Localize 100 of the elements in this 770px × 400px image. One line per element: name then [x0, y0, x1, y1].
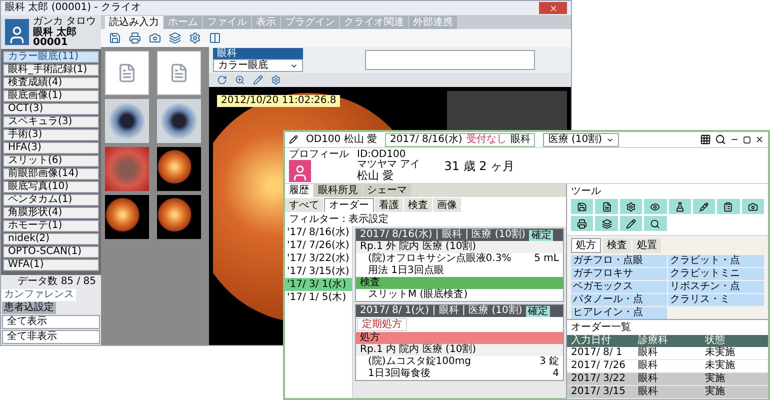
toolbar-icon[interactable] — [169, 32, 181, 44]
drug-button[interactable]: クラリス・ミ — [668, 294, 764, 306]
tool-button[interactable] — [692, 199, 716, 214]
drug-button[interactable]: ベガモックス — [571, 281, 667, 293]
category-dropdown[interactable]: カラー眼底 — [213, 59, 303, 72]
table-row[interactable]: 2017/ 3/15 眼科 実施 — [567, 386, 768, 399]
maximize-icon[interactable] — [743, 136, 751, 144]
insurance-dropdown[interactable]: 医療 (10割) — [543, 132, 619, 146]
tab[interactable]: 患者込設定 — [2, 302, 56, 314]
table-row[interactable]: 2017/ 7/26 眼科 未実施 — [567, 360, 768, 373]
patient-title: OD100 松山 愛 — [306, 134, 378, 146]
tab[interactable]: 履歴 — [285, 184, 313, 197]
close-icon[interactable] — [755, 135, 764, 144]
tab[interactable]: 検査 — [404, 198, 432, 212]
tab[interactable]: 処方 — [571, 238, 601, 253]
date-item[interactable]: '17/ 3/22(水) — [285, 252, 352, 265]
tool-button[interactable] — [644, 199, 666, 214]
tab[interactable]: シェーマ — [363, 184, 411, 197]
drug-button[interactable]: ヒアレイン・点 — [571, 307, 667, 319]
close-button[interactable] — [539, 2, 567, 14]
tool-button[interactable] — [620, 216, 642, 231]
tab[interactable]: 処置 — [633, 238, 661, 253]
category-item[interactable]: HFA(3) — [3, 142, 99, 154]
date-item[interactable]: '17/ 7/26(水) — [285, 239, 352, 252]
order-item: 用法 1日3回点眼 — [368, 265, 444, 276]
toolbar-icon[interactable] — [129, 32, 141, 44]
patient-name: 眼科 太郎 — [33, 26, 78, 38]
date-item[interactable]: '17/ 8/16(水) — [285, 226, 352, 239]
tool-button[interactable] — [595, 216, 618, 231]
category-item[interactable]: 前眼部画像(14) — [3, 168, 99, 180]
eye-photo-placeholder[interactable] — [105, 99, 149, 143]
drug-button[interactable]: リボスチン・点 — [668, 281, 764, 293]
category-item[interactable]: カラー眼底(11) — [3, 51, 99, 63]
fundus-photo-placeholder[interactable] — [157, 195, 201, 239]
fundus-photo-placeholder[interactable] — [157, 147, 201, 191]
category-item[interactable]: nidek(2) — [3, 233, 99, 245]
category-item[interactable]: 手術(3) — [3, 129, 99, 141]
category-item[interactable]: 眼底画像(1) — [3, 90, 99, 102]
category-item[interactable]: 検査成績(4) — [3, 77, 99, 89]
show-button[interactable]: 全て表示 — [2, 315, 100, 329]
drug-button[interactable]: クラビット・点 — [668, 255, 764, 267]
notes-field[interactable] — [365, 50, 535, 70]
toolbar-icon[interactable] — [109, 32, 121, 44]
date-item[interactable]: '17/ 3/ 1(水) — [285, 278, 352, 291]
category-item[interactable]: ペンタカム(1) — [3, 194, 99, 206]
tab[interactable]: 眼科所見 — [314, 184, 362, 197]
grid-icon[interactable] — [700, 134, 711, 145]
date-item[interactable]: '17/ 3/15(水) — [285, 265, 352, 278]
toolbar-icon[interactable] — [149, 32, 161, 44]
toolbar-icon[interactable] — [235, 75, 245, 85]
tool-button[interactable] — [644, 216, 666, 231]
tab[interactable]: 検査 — [603, 238, 631, 253]
toolbar-icon[interactable] — [271, 75, 281, 85]
tab[interactable]: 読込み入力 — [105, 16, 163, 29]
category-item[interactable]: スペキュラ(3) — [3, 116, 99, 128]
tool-icon — [577, 202, 588, 212]
category-item[interactable]: OPTO-SCAN(1) — [3, 246, 99, 258]
category-item[interactable]: 角膜形状(4) — [3, 207, 99, 219]
tool-button[interactable] — [742, 199, 764, 214]
record-tag: 定期処方 — [357, 318, 407, 331]
tab[interactable]: 看護 — [375, 198, 403, 212]
tab[interactable]: すべて — [285, 198, 323, 212]
tab[interactable]: オーダー — [324, 198, 374, 212]
chart-thumbnail[interactable] — [157, 51, 201, 95]
toolbar-icon[interactable] — [209, 32, 221, 44]
tool-button[interactable] — [595, 199, 618, 214]
category-item[interactable]: OCT(3) — [3, 103, 99, 115]
category-item[interactable]: WFA(1) — [3, 259, 99, 271]
tool-button[interactable] — [668, 199, 691, 214]
close-icon — [548, 4, 558, 12]
table-row[interactable]: 2017/ 3/22 眼科 実施 — [567, 373, 768, 386]
category-item[interactable]: ホモーテ(1) — [3, 220, 99, 232]
order-item: 1日3回毎食後 — [368, 368, 431, 380]
filter-label[interactable]: フィルター : 表示設定 — [285, 213, 566, 226]
show-button[interactable]: 全て非表示 — [2, 330, 100, 344]
tool-icon — [674, 202, 685, 212]
chart-thumbnail[interactable] — [105, 51, 149, 95]
toolbar-icon[interactable] — [189, 32, 201, 44]
drug-button[interactable]: クラビットミニ — [668, 268, 764, 280]
drug-button[interactable]: パタノール・点 — [571, 294, 667, 306]
drug-button[interactable]: ガチフロ・点眼 — [571, 255, 667, 267]
date-item[interactable]: '17/ 1/ 5(木) — [285, 291, 352, 304]
tab[interactable]: カンファレンス — [2, 289, 76, 301]
search-icon[interactable] — [715, 134, 726, 145]
toolbar-icon[interactable] — [253, 75, 263, 85]
drug-button[interactable]: ガチフロキサ — [571, 268, 667, 280]
tool-button[interactable] — [571, 199, 594, 214]
tool-button[interactable] — [620, 199, 642, 214]
column-header: 入力日付 — [570, 335, 612, 347]
tool-button[interactable] — [571, 216, 594, 231]
tool-button[interactable] — [717, 199, 740, 214]
tab[interactable]: 画像 — [433, 198, 461, 212]
category-item[interactable]: スリット(6) — [3, 155, 99, 167]
table-row[interactable]: 2017/ 8/ 1 眼科 未実施 — [567, 347, 768, 360]
toolbar-icon[interactable] — [217, 75, 227, 85]
category-item[interactable]: 眼底写真(10) — [3, 181, 99, 193]
category-item[interactable]: 眼科_手術記録(1) — [3, 64, 99, 76]
fundus-photo-placeholder[interactable] — [105, 195, 149, 239]
table-cell-text: 眼科 — [637, 373, 659, 385]
eye-photo-placeholder[interactable] — [157, 99, 201, 143]
